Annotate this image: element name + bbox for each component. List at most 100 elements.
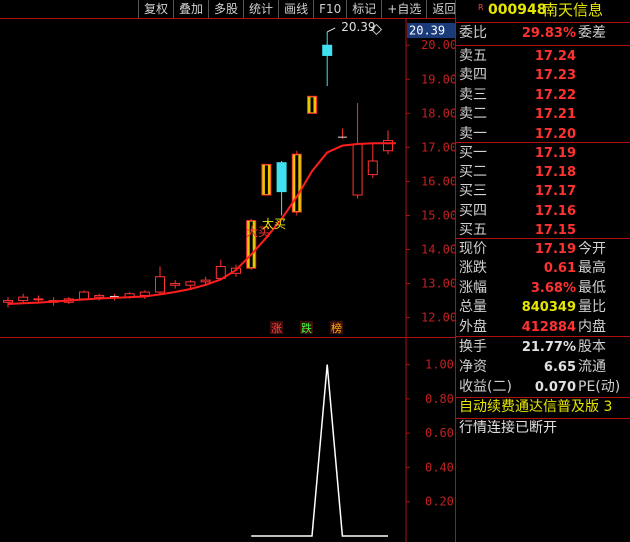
quote-row: 换手 21.77% 股本 (456, 337, 630, 358)
current-price-label: 20.39 (409, 24, 445, 38)
candle-body (170, 283, 181, 286)
quote-row: 收益(二) 0.070 PE(动) (456, 377, 630, 398)
quote-row-value: 17.23 (534, 68, 576, 84)
signal-badge: 涨 (271, 322, 282, 335)
quote-row-value: 17.21 (534, 107, 576, 123)
stock-header: R 000948 南天信息 (456, 0, 630, 21)
toolbar-item[interactable]: 复权 (138, 0, 173, 18)
candle-body (18, 296, 29, 302)
signal-label-too-buy: 太买 (262, 216, 286, 231)
quote-row: 总量 840349 量比 (456, 297, 630, 318)
candle-body (79, 291, 89, 300)
price-tick-label: 17.00 (421, 140, 455, 154)
stock-name: 南天信息 (543, 1, 604, 19)
signal-badge: 榜 (331, 321, 342, 335)
quote-row: 涨幅 3.68% 最低 (456, 278, 630, 299)
candlestick-chart[interactable]: 20.00 19.00 18.00 17.00 16.00 15.00 14.00 13.00… (0, 18, 455, 338)
candle-body (276, 162, 287, 193)
quote-row: 现价 17.19 今开 (456, 239, 630, 260)
quote-row-label2: PE(动) (578, 379, 621, 395)
quote-row-label: 买二 (459, 164, 487, 181)
ind-tick-label: 0.20 (425, 495, 454, 509)
candle-body (352, 143, 363, 196)
quote-row-value: 17.22 (534, 87, 576, 103)
quote-row-label: 净资 (459, 359, 487, 375)
quote-row-label2: 股本 (578, 339, 606, 355)
quote-row-label2: 内盘 (578, 318, 606, 335)
candle-body (185, 281, 196, 286)
weibi-value: 29.83% (521, 26, 576, 41)
indicator-line (251, 364, 388, 537)
connection-status: 行情连接已断开 (459, 420, 557, 436)
high-marker-label: 20.39 (341, 20, 375, 34)
price-tick-label: 12.00 (421, 311, 455, 325)
quote-row-value: 17.19 (534, 242, 576, 257)
quote-row-value: 17.24 (534, 49, 576, 64)
price-tick-label: 18.00 (421, 106, 455, 120)
quote-row: 买二 17.18 (456, 162, 630, 183)
toolbar-item[interactable]: F10 (313, 0, 346, 18)
quote-row-label: 换手 (459, 339, 487, 355)
quote-row-value: 412884 (521, 319, 576, 335)
price-tick-label: 13.00 (421, 277, 455, 291)
quote-row-label: 总量 (459, 299, 487, 316)
quote-row-label: 卖三 (459, 86, 487, 103)
quote-row-label: 卖四 (459, 67, 487, 84)
r-badge: R (478, 3, 484, 12)
quote-row: 净资 6.65 流通 (456, 357, 630, 378)
quote-row-label: 外盘 (459, 318, 487, 335)
quote-row-label2: 量比 (578, 299, 606, 316)
signal-badge: 跌 (301, 321, 312, 335)
renew-banner-text[interactable]: 自动续费通达信普及版 3 (459, 397, 612, 418)
quote-row-label: 涨幅 (459, 279, 487, 296)
quote-row-value: 17.18 (534, 165, 576, 181)
price-tick-label: 15.00 (421, 208, 455, 222)
ind-tick-label: 0.80 (425, 392, 454, 406)
quote-row-label: 卖二 (459, 106, 487, 123)
candle-body (3, 300, 13, 303)
quote-row-value: 17.17 (534, 184, 576, 200)
toolbar-item[interactable]: 多股 (208, 0, 243, 18)
ind-tick-label: 0.60 (425, 426, 454, 440)
quote-row-label2: 今开 (578, 241, 606, 257)
quote-row: 卖三 17.22 (456, 85, 630, 106)
weicha-label: 委差 (578, 25, 606, 41)
toolbar-item[interactable]: 画线 (278, 0, 313, 18)
toolbar-item[interactable]: +自选 (381, 0, 426, 18)
quote-row: 涨跌 0.61 最高 (456, 258, 630, 279)
quote-row: 卖五 17.24 (456, 46, 630, 67)
quote-row-label: 现价 (459, 241, 487, 257)
price-tick-label: 20.00 (421, 38, 455, 52)
quote-row: 卖二 17.21 (456, 104, 630, 125)
quote-row-label2: 流通 (578, 359, 606, 375)
quote-row-value: 840349 (521, 300, 576, 316)
indicator-chart[interactable]: 1.00 0.80 0.60 0.40 0.20 (0, 338, 455, 542)
candle-body (200, 279, 211, 283)
renew-banner[interactable]: 自动续费通达信普及版 3 (456, 397, 630, 418)
toolbar-item[interactable]: 标记 (346, 0, 381, 18)
candle-body (367, 160, 378, 176)
price-tick-label: 19.00 (421, 72, 455, 86)
quote-row-label: 买三 (459, 183, 487, 200)
candle-body (322, 44, 333, 56)
quote-row-label2: 最低 (578, 279, 606, 296)
candle-body-inner (310, 97, 314, 113)
candle-body (383, 140, 393, 152)
weibi-label: 委比 (459, 25, 487, 41)
weibi-row: 委比 29.83% 委差 (456, 23, 630, 44)
candle-body (139, 291, 150, 296)
status-row: 行情连接已断开 (456, 418, 630, 439)
toolbar-item[interactable]: 统计 (243, 0, 278, 18)
quote-row-value: 21.77% (521, 340, 576, 355)
candle-body-inner (295, 155, 299, 212)
quote-row: 买四 17.16 (456, 201, 630, 222)
quote-row-value: 17.16 (534, 203, 576, 219)
quote-row-label: 买四 (459, 202, 487, 219)
quote-row-value: 0.61 (543, 261, 576, 277)
toolbar-item[interactable]: 叠加 (173, 0, 208, 18)
stock-code: 000948 (488, 2, 547, 18)
ind-tick-label: 0.40 (425, 460, 454, 474)
quote-row-label2: 最高 (578, 260, 606, 277)
candle-body-inner (264, 165, 268, 195)
ind-tick-label: 1.00 (425, 358, 454, 372)
